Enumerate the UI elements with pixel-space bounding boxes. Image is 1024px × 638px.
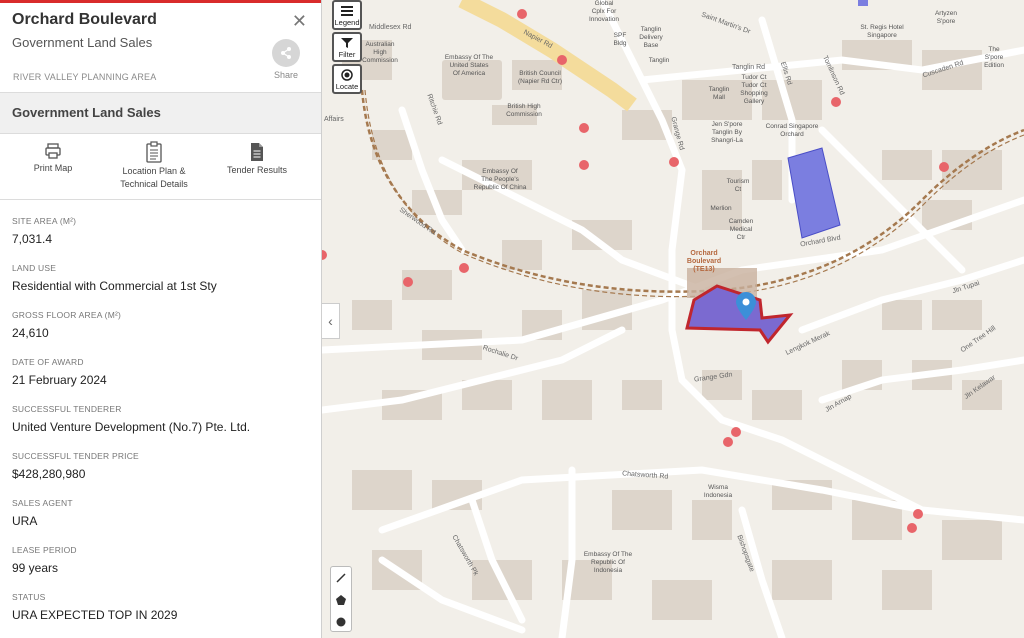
field-label: SUCCESSFUL TENDER PRICE: [12, 451, 139, 461]
field-site-area: SITE AREA (M²) 7,031.4: [12, 216, 309, 246]
locate-button[interactable]: Locate: [332, 64, 362, 94]
field-lease-period: LEASE PERIOD 99 years: [12, 545, 309, 575]
field-value: URA EXPECTED TOP IN 2029: [12, 608, 178, 622]
field-value: URA: [12, 514, 38, 528]
location-plan-label: Location Plan & Technical Details: [120, 166, 188, 189]
field-value: United Venture Development (No.7) Pte. L…: [12, 420, 251, 434]
tender-results-button[interactable]: Tender Results: [220, 142, 294, 177]
legend-label: Legend: [334, 18, 360, 27]
field-label: LAND USE: [12, 263, 57, 273]
legend-button[interactable]: Legend: [332, 0, 362, 30]
close-icon[interactable]: ✕: [292, 12, 307, 30]
panel-title: Orchard Boulevard: [12, 11, 157, 28]
field-value: Residential with Commercial at 1st Sty: [12, 279, 217, 293]
draw-toolbar: [330, 566, 352, 632]
road-label: Affairs: [324, 116, 344, 123]
layers-icon: [341, 6, 353, 16]
map-label-edition: The S'pore Edition: [984, 46, 1004, 69]
map-label-jen-hotel: Jen S'pore Tanglin By Shangri-La: [711, 121, 743, 144]
map-label-british-high-commission: British High Commission: [506, 103, 542, 118]
map-label-global-cplx: Global Cplx For Innovation: [589, 0, 619, 23]
map-label-tanglin-mall: Tanglin Mall: [708, 86, 730, 101]
circle-icon: [336, 617, 346, 627]
map-label-british-council: British Council (Napier Rd Ctr): [517, 70, 563, 85]
map-label-us-embassy: Embassy Of The United States Of America: [444, 54, 494, 77]
clipboard-icon: [146, 141, 162, 163]
filter-icon: [341, 38, 353, 48]
map-label-wisma-indonesia: Wisma Indonesia: [703, 484, 733, 499]
field-sales-agent: SALES AGENT URA: [12, 498, 309, 528]
planning-area: RIVER VALLEY PLANNING AREA: [13, 72, 157, 82]
field-value: 24,610: [12, 326, 49, 340]
share-button[interactable]: Share: [271, 39, 301, 80]
field-label: GROSS FLOOR AREA (M²): [12, 310, 122, 320]
map-label-indonesia-embassy: Embassy Of The Republic Of Indonesia: [583, 551, 633, 574]
locate-label: Locate: [335, 82, 359, 91]
app: Orchard Boulevard Government Land Sales …: [0, 0, 1024, 638]
map-label-australian-high-commission: Australian High Commission: [362, 41, 398, 64]
field-value: 21 February 2024: [12, 373, 107, 387]
detail-fields: SITE AREA (M²) 7,031.4 LAND USE Residentia…: [0, 200, 321, 622]
polygon-icon: [336, 595, 346, 605]
map-label-artyzen: Artyzen S'pore: [934, 10, 958, 25]
map-label-tourism-ct: Tourism Ct: [726, 178, 750, 193]
draw-circle-button[interactable]: [331, 611, 351, 633]
field-label: SITE AREA (M²): [12, 216, 77, 226]
line-icon: [336, 573, 346, 583]
map-label-st-regis: St. Regis Hotel Singapore: [860, 24, 904, 39]
field-value: 99 years: [12, 561, 59, 575]
collapse-panel-button[interactable]: ‹: [322, 303, 340, 339]
field-label: LEASE PERIOD: [12, 545, 77, 555]
map-label-tanglin-delivery-base: Tanglin Delivery Base: [639, 26, 663, 49]
panel-header: Orchard Boulevard Government Land Sales …: [0, 3, 321, 92]
road-label: Tanglin Rd: [732, 64, 766, 71]
field-land-use: LAND USE Residential with Commercial at 1…: [12, 263, 309, 293]
map-label-spf-bldg: SPF Bldg: [613, 32, 627, 47]
map-label-china-embassy: Embassy Of The People's Republic Of Chin…: [473, 168, 527, 191]
section-title: Government Land Sales: [0, 92, 321, 134]
share-label: Share: [273, 70, 299, 80]
map-label-tanglin: Tanglin: [648, 57, 670, 64]
share-icon: [272, 39, 300, 67]
field-label: DATE OF AWARD: [12, 357, 84, 367]
tender-results-label: Tender Results: [226, 165, 288, 175]
filter-label: Filter: [338, 50, 356, 59]
print-map-label: Print Map: [33, 163, 73, 173]
map-label-camden-medical: Camden Medical Ctr: [728, 218, 754, 241]
field-status: STATUS URA EXPECTED TOP IN 2029: [12, 592, 309, 622]
print-map-button[interactable]: Print Map: [28, 142, 78, 175]
map-label-tudor-ct: Tudor Ct Tudor Ct Shopping Gallery: [740, 74, 768, 105]
field-label: SALES AGENT: [12, 498, 73, 508]
map-view[interactable]: Embassy Of The United States Of America …: [322, 0, 1024, 638]
panel-subtitle: Government Land Sales: [12, 35, 153, 50]
map-label-merlion: Merlion: [710, 205, 732, 212]
filter-button[interactable]: Filter: [332, 32, 362, 62]
printer-icon: [45, 143, 61, 159]
draw-line-button[interactable]: [331, 567, 351, 589]
document-icon: [251, 143, 263, 161]
field-label: SUCCESSFUL TENDERER: [12, 404, 122, 414]
location-plan-button[interactable]: Location Plan & Technical Details: [112, 141, 196, 191]
action-bar: Print Map Location Plan & Technical Deta…: [0, 134, 321, 200]
gls-parcel-north[interactable]: [858, 0, 868, 6]
draw-polygon-button[interactable]: [331, 589, 351, 611]
field-date-of-award: DATE OF AWARD 21 February 2024: [12, 357, 309, 387]
field-label: STATUS: [12, 592, 46, 602]
field-value: $428,280,980: [12, 467, 86, 481]
map-label-conrad: Conrad Singapore Orchard: [765, 123, 819, 138]
field-gross-floor-area: GROSS FLOOR AREA (M²) 24,610: [12, 310, 309, 340]
info-panel: Orchard Boulevard Government Land Sales …: [0, 0, 322, 638]
field-value: 7,031.4: [12, 232, 53, 246]
road-label: Middlesex Rd: [369, 24, 412, 31]
field-tender-price: SUCCESSFUL TENDER PRICE $428,280,980: [12, 451, 309, 481]
field-tenderer: SUCCESSFUL TENDERER United Venture Develo…: [12, 404, 309, 434]
mrt-station-label: Orchard Boulevard (TE13): [686, 250, 722, 273]
locate-icon: [341, 69, 353, 81]
